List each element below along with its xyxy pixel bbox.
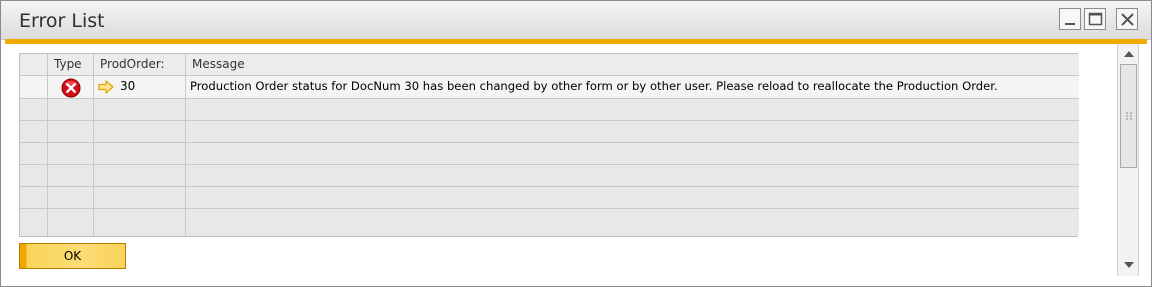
grid-header-row: Type ProdOrder: Message	[20, 54, 1079, 76]
message-cell: Production Order status for DocNum 30 ha…	[190, 79, 998, 93]
prodorder-value: 30	[120, 79, 136, 93]
column-header-type[interactable]: Type	[48, 54, 94, 75]
minimize-button[interactable]	[1059, 8, 1081, 30]
window-title: Error List	[19, 10, 105, 32]
prodorder-cell: 30	[94, 76, 186, 98]
type-cell	[48, 76, 94, 98]
maximize-button[interactable]	[1084, 8, 1106, 30]
column-header-prodorder[interactable]: ProdOrder:	[94, 54, 186, 75]
empty-row	[20, 209, 1079, 236]
column-header-message[interactable]: Message	[186, 54, 1079, 75]
vertical-scrollbar[interactable]	[1117, 44, 1139, 276]
empty-row	[20, 143, 1079, 165]
error-list-window: Error List Type ProdOrder: Message 30 Pr…	[0, 0, 1152, 287]
error-icon	[61, 78, 81, 98]
ok-button[interactable]: OK	[19, 243, 126, 269]
error-grid: Type ProdOrder: Message 30 Production Or…	[19, 53, 1079, 237]
close-button[interactable]	[1116, 8, 1138, 30]
empty-row	[20, 165, 1079, 187]
table-row[interactable]: 30 Production Order status for DocNum 30…	[20, 76, 1079, 99]
empty-row	[20, 99, 1079, 121]
grip-icon	[1126, 112, 1132, 120]
form-content: Type ProdOrder: Message 30 Production Or…	[5, 44, 1147, 282]
row-selector[interactable]	[20, 76, 48, 98]
title-bar[interactable]: Error List	[1, 1, 1151, 40]
scroll-down-arrow-icon[interactable]	[1122, 258, 1136, 272]
close-icon	[1121, 13, 1134, 26]
empty-row	[20, 121, 1079, 143]
link-arrow-icon[interactable]	[98, 80, 115, 94]
row-selector-header	[20, 54, 48, 75]
scroll-up-arrow-icon[interactable]	[1122, 47, 1136, 61]
minimize-icon	[1065, 23, 1075, 25]
empty-row	[20, 187, 1079, 209]
scroll-thumb[interactable]	[1120, 64, 1137, 168]
maximize-icon	[1088, 12, 1103, 26]
